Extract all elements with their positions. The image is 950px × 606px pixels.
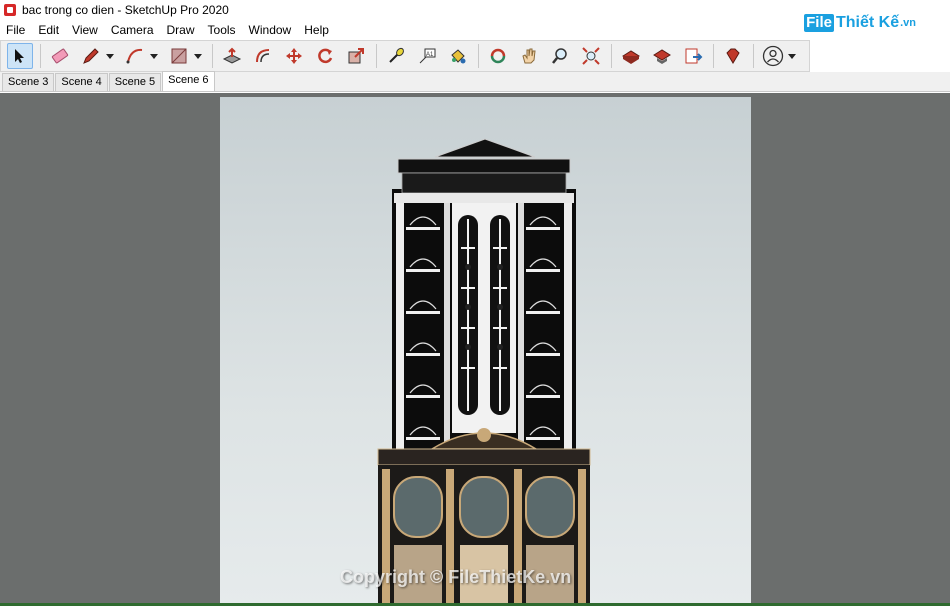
menu-tools[interactable]: Tools [208, 23, 236, 37]
arc-icon [126, 48, 143, 64]
menu-draw[interactable]: Draw [167, 23, 195, 37]
menu-bar: File Edit View Camera Draw Tools Window … [0, 20, 342, 40]
warehouse-icon [622, 50, 640, 64]
tab-scene-5[interactable]: Scene 5 [108, 73, 162, 91]
pencil-icon [83, 48, 99, 64]
toolbar-separator [212, 44, 213, 68]
ruby-console-button[interactable] [720, 43, 746, 69]
toolbar-separator [376, 44, 377, 68]
tab-scene-3[interactable]: Scene 3 [2, 73, 55, 91]
account-button[interactable] [760, 43, 786, 69]
menu-help[interactable]: Help [304, 23, 329, 37]
building-model [377, 138, 591, 606]
tab-scene-4[interactable]: Scene 4 [55, 73, 108, 91]
watermark-brand-text: Thiết Kế [835, 14, 900, 31]
tower-body [392, 138, 576, 459]
watermark-logo: File Thiết Kế .vn [804, 14, 916, 32]
extension-warehouse-icon [653, 49, 671, 64]
main-toolbar: A1 [0, 40, 810, 72]
rectangle-tool-button[interactable] [166, 43, 192, 69]
zoom-extents-tool-button[interactable] [578, 43, 604, 69]
scene-tabs: Scene 3 Scene 4 Scene 5 Scene 6 [0, 71, 950, 92]
menu-file[interactable]: File [6, 23, 25, 37]
3d-warehouse-button[interactable] [618, 43, 644, 69]
sketchup-logo-icon [4, 4, 16, 16]
pencil-tool-button[interactable] [78, 43, 104, 69]
watermark-brand-box: File [804, 14, 834, 32]
tape-measure-tool-button[interactable] [383, 43, 409, 69]
eraser-tool-button[interactable] [47, 43, 73, 69]
push-pull-icon [222, 47, 242, 64]
select-tool-button[interactable] [7, 43, 33, 69]
toolbar-separator [611, 44, 612, 68]
rotate-tool-button[interactable] [312, 43, 338, 69]
send-to-layout-button[interactable] [680, 43, 706, 69]
zoom-icon [552, 48, 567, 64]
orbit-tool-button[interactable] [485, 43, 511, 69]
menu-camera[interactable]: Camera [111, 23, 154, 37]
toolbar-separator [40, 44, 41, 68]
extension-warehouse-button[interactable] [649, 43, 675, 69]
toolbar-separator [753, 44, 754, 68]
drawing-viewport[interactable]: Copyright © FileThietKe.vn [0, 93, 950, 606]
pan-icon [522, 48, 536, 64]
watermark-brand-suffix: .vn [900, 17, 916, 29]
copyright-watermark: Copyright © FileThietKe.vn [340, 567, 572, 587]
menu-edit[interactable]: Edit [38, 23, 59, 37]
menu-view[interactable]: View [72, 23, 98, 37]
zoom-extents-icon [582, 47, 600, 65]
send-to-layout-icon [685, 48, 703, 64]
eraser-icon [51, 48, 69, 64]
menu-window[interactable]: Window [249, 23, 292, 37]
ruby-console-icon [726, 48, 740, 64]
toolbar-separator [713, 44, 714, 68]
rectangle-dropdown-arrow[interactable] [194, 53, 202, 59]
push-pull-tool-button[interactable] [219, 43, 245, 69]
scale-tool-button[interactable] [343, 43, 369, 69]
pan-tool-button[interactable] [516, 43, 542, 69]
select-icon [15, 49, 24, 63]
svg-text:A1: A1 [426, 52, 434, 58]
account-dropdown-arrow[interactable] [788, 53, 796, 59]
zoom-tool-button[interactable] [547, 43, 573, 69]
rectangle-icon [171, 48, 187, 64]
toolbar-separator [478, 44, 479, 68]
model-canvas[interactable]: Copyright © FileThietKe.vn [220, 97, 751, 606]
rotate-icon [318, 48, 333, 64]
tab-scene-6[interactable]: Scene 6 [162, 71, 215, 91]
scale-icon [348, 48, 364, 64]
account-icon [762, 45, 784, 67]
text-icon: A1 [419, 48, 436, 64]
offset-tool-button[interactable] [250, 43, 276, 69]
paint-bucket-icon [451, 49, 466, 64]
arc-tool-button[interactable] [122, 43, 148, 69]
arc-dropdown-arrow[interactable] [150, 53, 158, 59]
paint-bucket-tool-button[interactable] [445, 43, 471, 69]
offset-icon [256, 49, 270, 63]
pencil-dropdown-arrow[interactable] [106, 53, 114, 59]
move-tool-button[interactable] [281, 43, 307, 69]
tape-measure-icon [389, 47, 404, 63]
move-icon [286, 48, 302, 64]
text-tool-button[interactable]: A1 [414, 43, 440, 69]
window-title: bac trong co dien - SketchUp Pro 2020 [22, 3, 229, 17]
orbit-icon [490, 48, 506, 64]
